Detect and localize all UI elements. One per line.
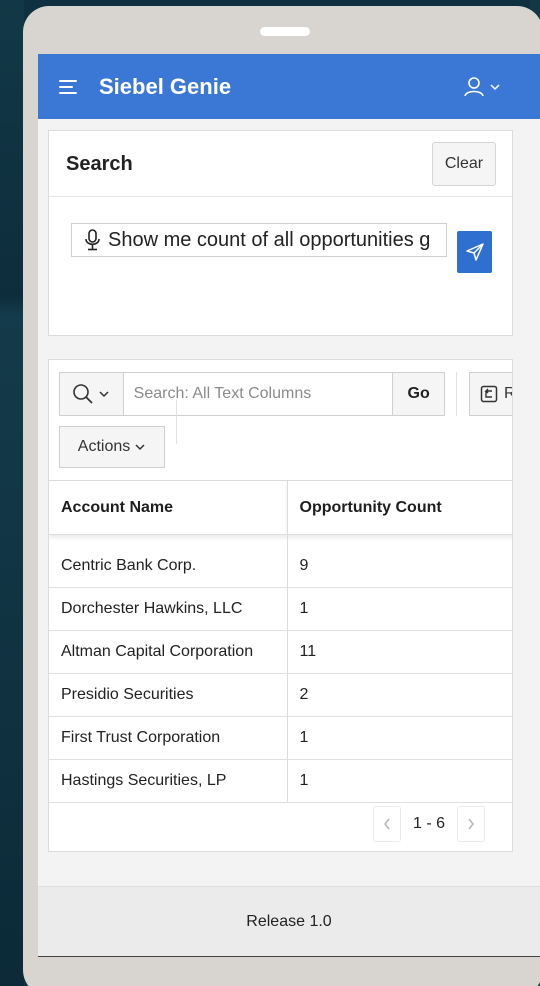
send-icon — [465, 243, 484, 261]
chevron-right-icon — [468, 818, 474, 830]
search-region-header: Search Clear — [49, 131, 512, 197]
app-header: Siebel Genie — [38, 54, 540, 119]
chevron-down-icon — [99, 391, 109, 398]
microphone-icon[interactable] — [80, 228, 106, 252]
search-region: Search Clear Show me count of all opport… — [48, 130, 513, 336]
table-row: Presidio Securities 2 — [49, 673, 512, 717]
go-button[interactable]: Go — [392, 373, 444, 415]
toolbar-divider — [456, 372, 457, 416]
reset-label: Re — [504, 385, 512, 403]
column-header-account-name[interactable]: Account Name — [49, 480, 288, 535]
table-row: Centric Bank Corp. 9 — [49, 544, 512, 588]
reset-icon — [480, 385, 498, 403]
pagination: 1 - 6 — [373, 806, 486, 842]
report-region: Go Re Actions Account Name — [48, 359, 513, 852]
opportunity-count-cell: 9 — [287, 544, 512, 588]
prompt-text: Show me count of all opportunities g — [108, 228, 431, 251]
clear-button[interactable]: Clear — [432, 142, 496, 186]
table-row: Dorchester Hawkins, LLC 1 — [49, 587, 512, 631]
reset-button[interactable]: Re — [469, 372, 512, 416]
table-row: First Trust Corporation 1 — [49, 716, 512, 760]
opportunity-count-cell: 2 — [287, 673, 512, 717]
table-header-row: Account Name Opportunity Count — [49, 480, 512, 535]
table-row: Hastings Securities, LP 1 — [49, 759, 512, 803]
search-column-menu[interactable] — [60, 373, 124, 415]
chevron-down-icon — [490, 84, 500, 91]
opportunity-count-cell: 1 — [287, 716, 512, 760]
opportunity-count-cell: 11 — [287, 630, 512, 674]
report-search-bar: Go — [59, 372, 445, 416]
menu-icon[interactable] — [59, 80, 77, 94]
app-title: Siebel Genie — [99, 74, 232, 99]
chevron-left-icon — [384, 818, 390, 830]
chevron-down-icon — [135, 444, 145, 451]
app-footer: Release 1.0 — [38, 886, 540, 957]
previous-page-button[interactable] — [373, 806, 401, 842]
next-page-button[interactable] — [457, 806, 486, 842]
actions-menu-button[interactable]: Actions — [59, 426, 165, 468]
column-header-opportunity-count[interactable]: Opportunity Count — [287, 480, 512, 535]
account-name-cell: Presidio Securities — [49, 673, 288, 717]
account-name-cell: Dorchester Hawkins, LLC — [49, 587, 288, 631]
release-label: Release 1.0 — [246, 913, 332, 930]
pagination-range: 1 - 6 — [413, 815, 446, 832]
opportunity-count-cell: 1 — [287, 759, 512, 803]
account-name-cell: Centric Bank Corp. — [49, 544, 288, 588]
prompt-input[interactable]: Show me count of all opportunities g — [71, 223, 447, 257]
account-name-cell: Hastings Securities, LP — [49, 759, 288, 803]
report-table: Account Name Opportunity Count Centric B… — [49, 480, 512, 803]
report-search-input[interactable] — [123, 373, 393, 415]
search-icon — [73, 384, 93, 404]
user-menu[interactable] — [463, 76, 507, 98]
search-region-title: Search — [66, 153, 133, 175]
user-icon — [464, 77, 484, 97]
account-name-cell: First Trust Corporation — [49, 716, 288, 760]
actions-label: Actions — [77, 438, 131, 455]
table-row: Altman Capital Corporation 11 — [49, 630, 512, 674]
actions-divider — [176, 400, 177, 444]
background-left — [0, 0, 24, 986]
footer-divider — [38, 956, 540, 957]
account-name-cell: Altman Capital Corporation — [49, 630, 288, 674]
opportunity-count-cell: 1 — [287, 587, 512, 631]
phone-speaker — [260, 27, 310, 36]
send-button[interactable] — [457, 231, 492, 273]
app-screen: Siebel Genie Search Clear Show me count … — [38, 54, 540, 957]
